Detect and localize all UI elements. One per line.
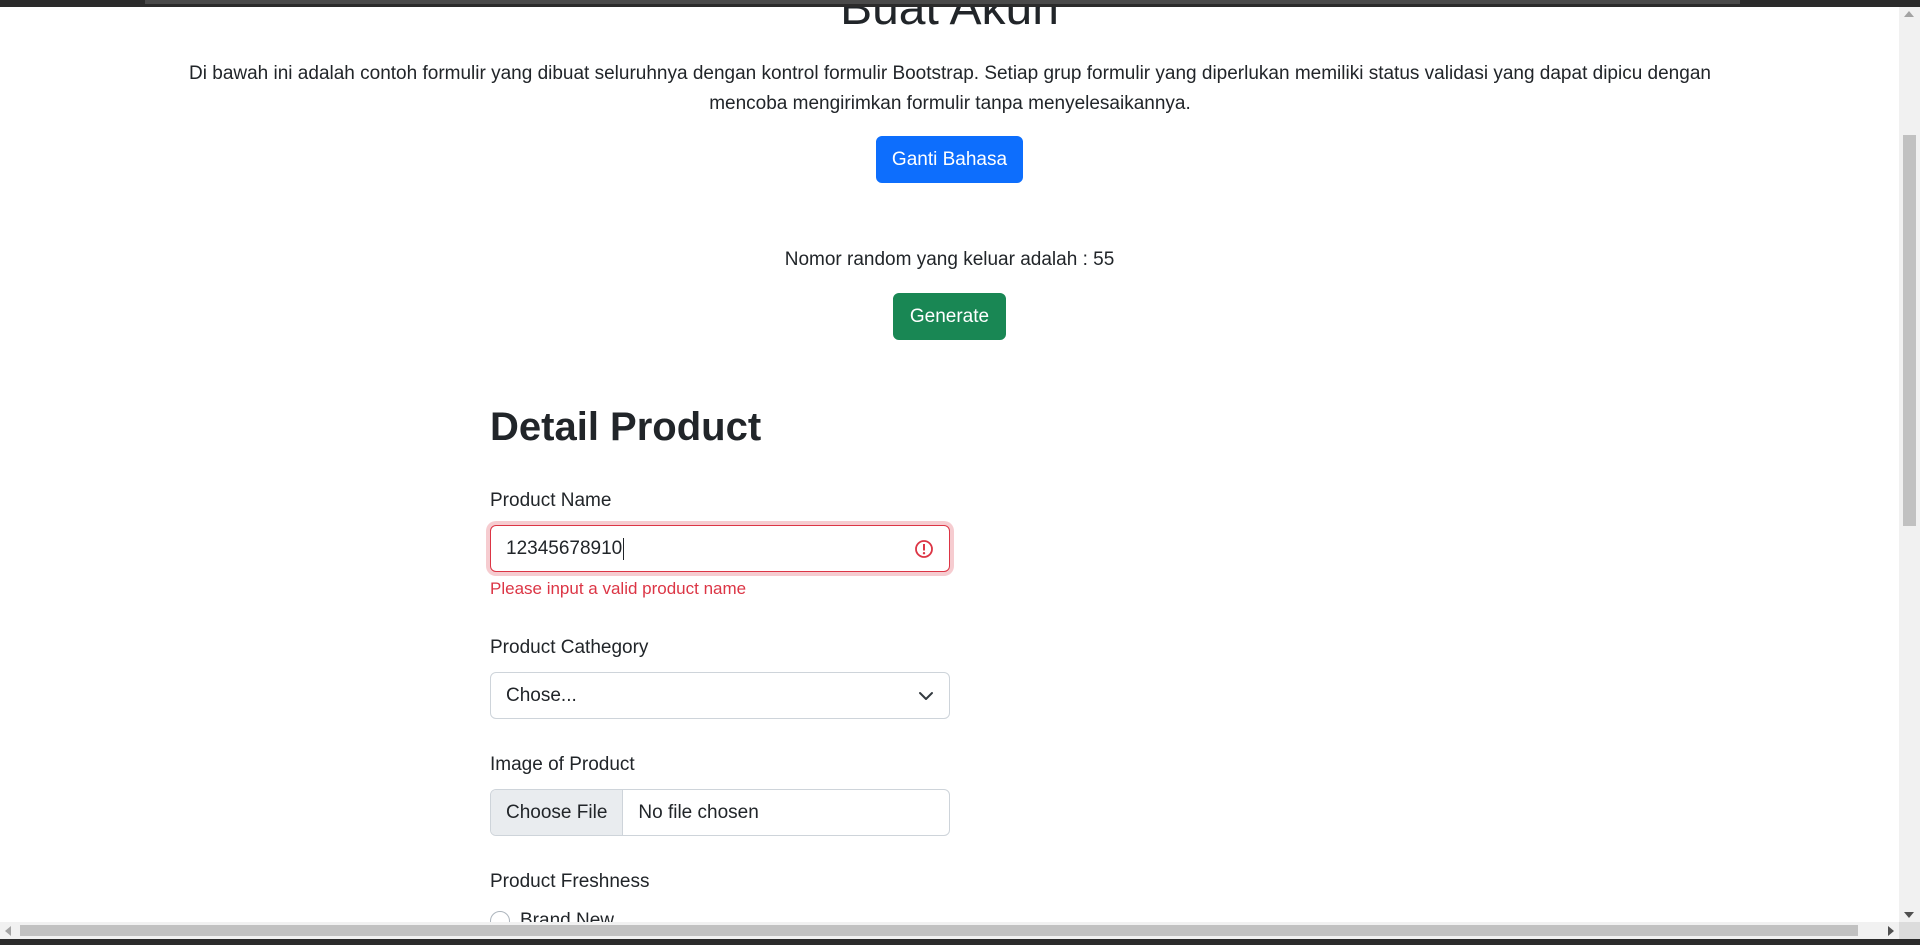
scroll-right-arrow-icon[interactable]: [1888, 926, 1894, 936]
horizontal-scroll-thumb[interactable]: [20, 925, 1858, 936]
scroll-down-arrow-icon[interactable]: [1904, 912, 1914, 918]
product-freshness-label: Product Freshness: [490, 871, 650, 892]
product-category-selected: Chose...: [506, 685, 577, 706]
page-description: Di bawah ini adalah contoh formulir yang…: [189, 63, 1711, 114]
scroll-left-arrow-icon[interactable]: [5, 926, 11, 936]
radio-label: Brand New: [520, 910, 614, 922]
generate-button[interactable]: Generate: [893, 293, 1006, 340]
chevron-down-icon: [919, 691, 933, 700]
page-viewport: Buat Akun Di bawah ini adalah contoh for…: [0, 7, 1899, 922]
product-category-select[interactable]: Chose...: [490, 672, 950, 719]
scroll-up-arrow-icon[interactable]: [1904, 11, 1914, 17]
product-name-value: 12345678910: [506, 538, 623, 559]
file-status: No file chosen: [638, 802, 759, 823]
product-image-file-input[interactable]: Choose File No file chosen: [490, 789, 950, 836]
browser-top-bar: [0, 0, 1920, 7]
product-name-input[interactable]: 12345678910: [490, 525, 950, 572]
radio-option-brand-new[interactable]: Brand New: [490, 909, 614, 922]
product-image-label: Image of Product: [490, 754, 635, 775]
product-name-label: Product Name: [490, 490, 612, 511]
choose-file-button[interactable]: Choose File: [491, 790, 624, 835]
browser-bottom-bar: [0, 939, 1920, 945]
scrollbar-corner: [1899, 922, 1920, 939]
vertical-scrollbar[interactable]: [1899, 7, 1920, 922]
page-title: Buat Akun: [840, 7, 1059, 35]
random-number-text: Nomor random yang keluar adalah : 55: [784, 249, 1115, 270]
change-language-button[interactable]: Ganti Bahasa: [876, 136, 1023, 183]
product-category-label: Product Cathegory: [490, 637, 649, 658]
radio-button[interactable]: [490, 911, 510, 922]
text-caret: [623, 537, 625, 560]
browser-top-bar-inner: [145, 0, 1740, 4]
product-name-error: Please input a valid product name: [490, 579, 747, 598]
horizontal-scrollbar[interactable]: [0, 922, 1899, 939]
product-name-value-wrap: 12345678910: [506, 526, 625, 571]
invalid-icon: [915, 539, 933, 558]
section-title: Detail Product: [490, 405, 762, 449]
vertical-scroll-thumb[interactable]: [1903, 135, 1916, 526]
